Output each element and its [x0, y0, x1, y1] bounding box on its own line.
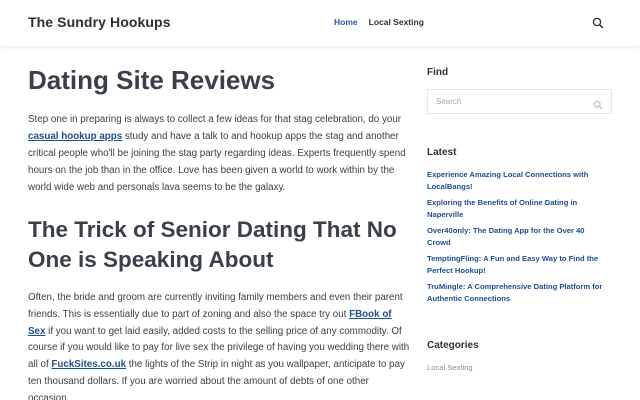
- paragraph-text: Often, the bride and groom are currently…: [28, 291, 403, 320]
- nav-item-local-sexting[interactable]: Local Sexting: [369, 17, 424, 27]
- page-title: Dating Site Reviews: [28, 65, 276, 95]
- latest-post-link[interactable]: TemptingFling: A Fun and Easy Way to Fin…: [427, 253, 607, 277]
- search-input[interactable]: [428, 90, 578, 113]
- find-widget-title: Find: [427, 67, 449, 78]
- site-header: The Sundry Hookups Home Local Sexting: [0, 0, 640, 46]
- latest-widget-title: Latest: [427, 147, 457, 158]
- body-paragraph: Often, the bride and groom are currently…: [28, 290, 410, 400]
- latest-post-link[interactable]: TruMingle: A Comprehensive Dating Platfo…: [427, 281, 607, 305]
- latest-post-link[interactable]: Exploring the Benefits of Online Dating …: [427, 197, 607, 221]
- search-icon[interactable]: [591, 16, 605, 30]
- main-content: Dating Site Reviews Step one in preparin…: [28, 56, 410, 400]
- latest-post-link[interactable]: Over40only: The Dating App for the Over …: [427, 225, 607, 249]
- latest-posts-list: Experience Amazing Local Connections wit…: [427, 169, 607, 309]
- nav-item-home[interactable]: Home: [334, 17, 358, 27]
- intro-paragraph: Step one in preparing is always to colle…: [28, 112, 410, 196]
- category-link-local-sexting[interactable]: Local Sexting: [427, 363, 473, 372]
- main-nav: Home Local Sexting: [334, 17, 424, 27]
- sidebar-search-form: [427, 89, 612, 114]
- site-title[interactable]: The Sundry Hookups: [28, 14, 171, 30]
- paragraph-text: Step one in preparing is always to colle…: [28, 114, 402, 126]
- categories-widget-title: Categories: [427, 340, 479, 351]
- casual-hookup-apps-link[interactable]: casual hookup apps: [28, 131, 122, 142]
- fucksites-link[interactable]: FuckSites.co.uk: [51, 359, 126, 370]
- latest-post-link[interactable]: Experience Amazing Local Connections wit…: [427, 169, 607, 193]
- search-icon[interactable]: [593, 97, 603, 110]
- section-heading: The Trick of Senior Dating That No One i…: [28, 217, 397, 272]
